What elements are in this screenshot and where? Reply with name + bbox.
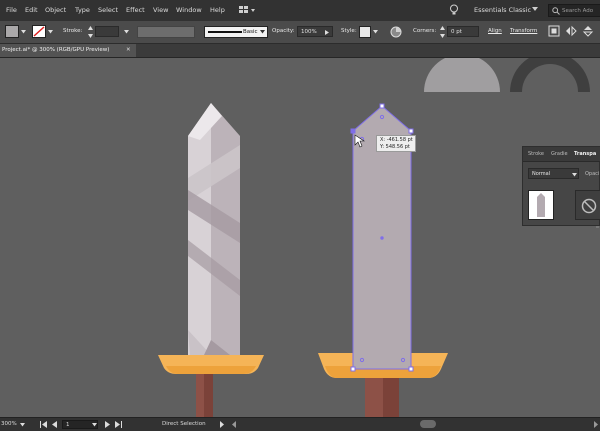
blend-mode-select[interactable]: Normal — [528, 168, 579, 179]
menu-view[interactable]: View — [153, 6, 168, 14]
left-sword[interactable] — [158, 103, 264, 417]
brush-label: Basic — [243, 29, 258, 35]
blend-mode-value: Normal — [532, 171, 551, 177]
artboard-number: 1 — [66, 422, 70, 428]
menu-type[interactable]: Type — [75, 6, 90, 14]
lightbulb-icon[interactable] — [449, 4, 459, 16]
transform-link[interactable]: Transform — [510, 28, 537, 34]
close-icon[interactable]: ✕ — [126, 44, 131, 57]
tooltip-x: X: -461.58 pt — [380, 137, 413, 143]
search-placeholder: Search Ado — [562, 8, 594, 14]
control-bar: Stroke: Basic Opacity: 100% Style: Corne… — [0, 21, 600, 44]
chevron-right-icon[interactable] — [325, 30, 329, 35]
fill-swatch[interactable] — [5, 25, 19, 38]
stepper-arrows-icon[interactable] — [88, 26, 93, 38]
no-mask-icon — [581, 198, 597, 214]
chevron-down-icon[interactable] — [260, 30, 265, 34]
stroke-label[interactable]: Stroke: — [63, 28, 82, 34]
horizontal-flip-icon[interactable] — [565, 25, 577, 37]
zoom-level[interactable]: 300% — [1, 421, 17, 427]
scroll-right-icon[interactable] — [594, 421, 598, 428]
chevron-down-icon[interactable] — [373, 30, 378, 34]
opacity-value: 100% — [301, 29, 317, 35]
style-label[interactable]: Style: — [341, 28, 357, 34]
status-bar: 300% 1 Direct Selection — [0, 417, 600, 431]
variable-width-profile[interactable] — [137, 26, 195, 38]
tab-gradient[interactable]: Gradie — [551, 151, 568, 157]
recolor-artwork-icon[interactable] — [390, 26, 402, 38]
search-icon — [552, 7, 560, 15]
make-mask-button[interactable] — [575, 190, 600, 220]
left-sword-blade — [188, 103, 211, 355]
chevron-right-icon[interactable] — [220, 421, 224, 428]
document-tab-title: Project.ai* @ 300% (RGB/GPU Preview) — [2, 47, 110, 53]
transparency-panel: Stroke Gradie Transpa Normal Opaci — [522, 146, 600, 226]
chevron-down-icon[interactable] — [21, 30, 26, 34]
corners-label[interactable]: Corners: — [413, 28, 436, 34]
corners-value: 0 pt — [451, 29, 462, 35]
workspace-switcher[interactable]: Essentials Classic — [474, 6, 531, 14]
graphic-style-swatch[interactable] — [359, 26, 371, 38]
stepper-arrows-icon[interactable] — [440, 26, 445, 38]
brush-definition[interactable]: Basic — [204, 26, 268, 38]
stroke-weight-field[interactable] — [95, 26, 119, 37]
chevron-down-icon[interactable] — [92, 423, 97, 427]
scroll-left-icon[interactable] — [232, 421, 236, 428]
background-dome-shape — [424, 58, 500, 92]
menu-effect[interactable]: Effect — [126, 6, 145, 14]
opacity-label: Opaci — [585, 171, 600, 177]
stroke-swatch-none[interactable] — [32, 25, 46, 38]
menu-object[interactable]: Object — [45, 6, 66, 14]
artboard-canvas[interactable]: X: -461.58 pt Y: 548.56 pt — [0, 58, 600, 417]
tooltip-y: Y: 548.56 pt — [380, 144, 410, 150]
chevron-down-icon[interactable] — [48, 30, 53, 34]
vertical-flip-icon[interactable] — [582, 25, 594, 37]
menu-edit[interactable]: Edit — [25, 6, 38, 14]
first-artboard-icon[interactable] — [40, 421, 48, 428]
search-field[interactable]: Search Ado — [548, 4, 600, 17]
chevron-down-icon[interactable] — [20, 423, 25, 427]
menu-help[interactable]: Help — [210, 6, 225, 14]
menu-select[interactable]: Select — [98, 6, 118, 14]
document-tab[interactable]: Project.ai* @ 300% (RGB/GPU Preview) ✕ — [0, 44, 136, 57]
transform-bounds-icon[interactable] — [548, 25, 560, 37]
last-artboard-icon[interactable] — [115, 421, 123, 428]
position-tooltip: X: -461.58 pt Y: 548.56 pt — [376, 135, 416, 152]
chevron-down-icon[interactable] — [124, 30, 129, 34]
chevron-down-icon — [572, 173, 577, 177]
arrange-documents-icon[interactable] — [239, 5, 257, 15]
menu-window[interactable]: Window — [176, 6, 202, 14]
tab-stroke[interactable]: Stroke — [528, 151, 544, 157]
object-thumbnail[interactable] — [528, 190, 554, 220]
previous-artboard-icon[interactable] — [51, 421, 57, 428]
menu-file[interactable]: File — [6, 6, 17, 14]
horizontal-scrollbar-thumb[interactable] — [420, 420, 436, 428]
opacity-label[interactable]: Opacity: — [272, 28, 295, 34]
document-tab-bar: Project.ai* @ 300% (RGB/GPU Preview) ✕ — [0, 44, 600, 58]
chevron-down-icon — [532, 7, 538, 12]
current-tool-status[interactable]: Direct Selection — [162, 421, 206, 427]
corners-field[interactable]: 0 pt — [447, 26, 479, 37]
tab-transparency[interactable]: Transpa — [574, 151, 596, 157]
align-link[interactable]: Align — [488, 28, 502, 34]
menu-bar: File Edit Object Type Select Effect View… — [0, 0, 600, 21]
next-artboard-icon[interactable] — [105, 421, 111, 428]
artwork — [158, 58, 590, 417]
